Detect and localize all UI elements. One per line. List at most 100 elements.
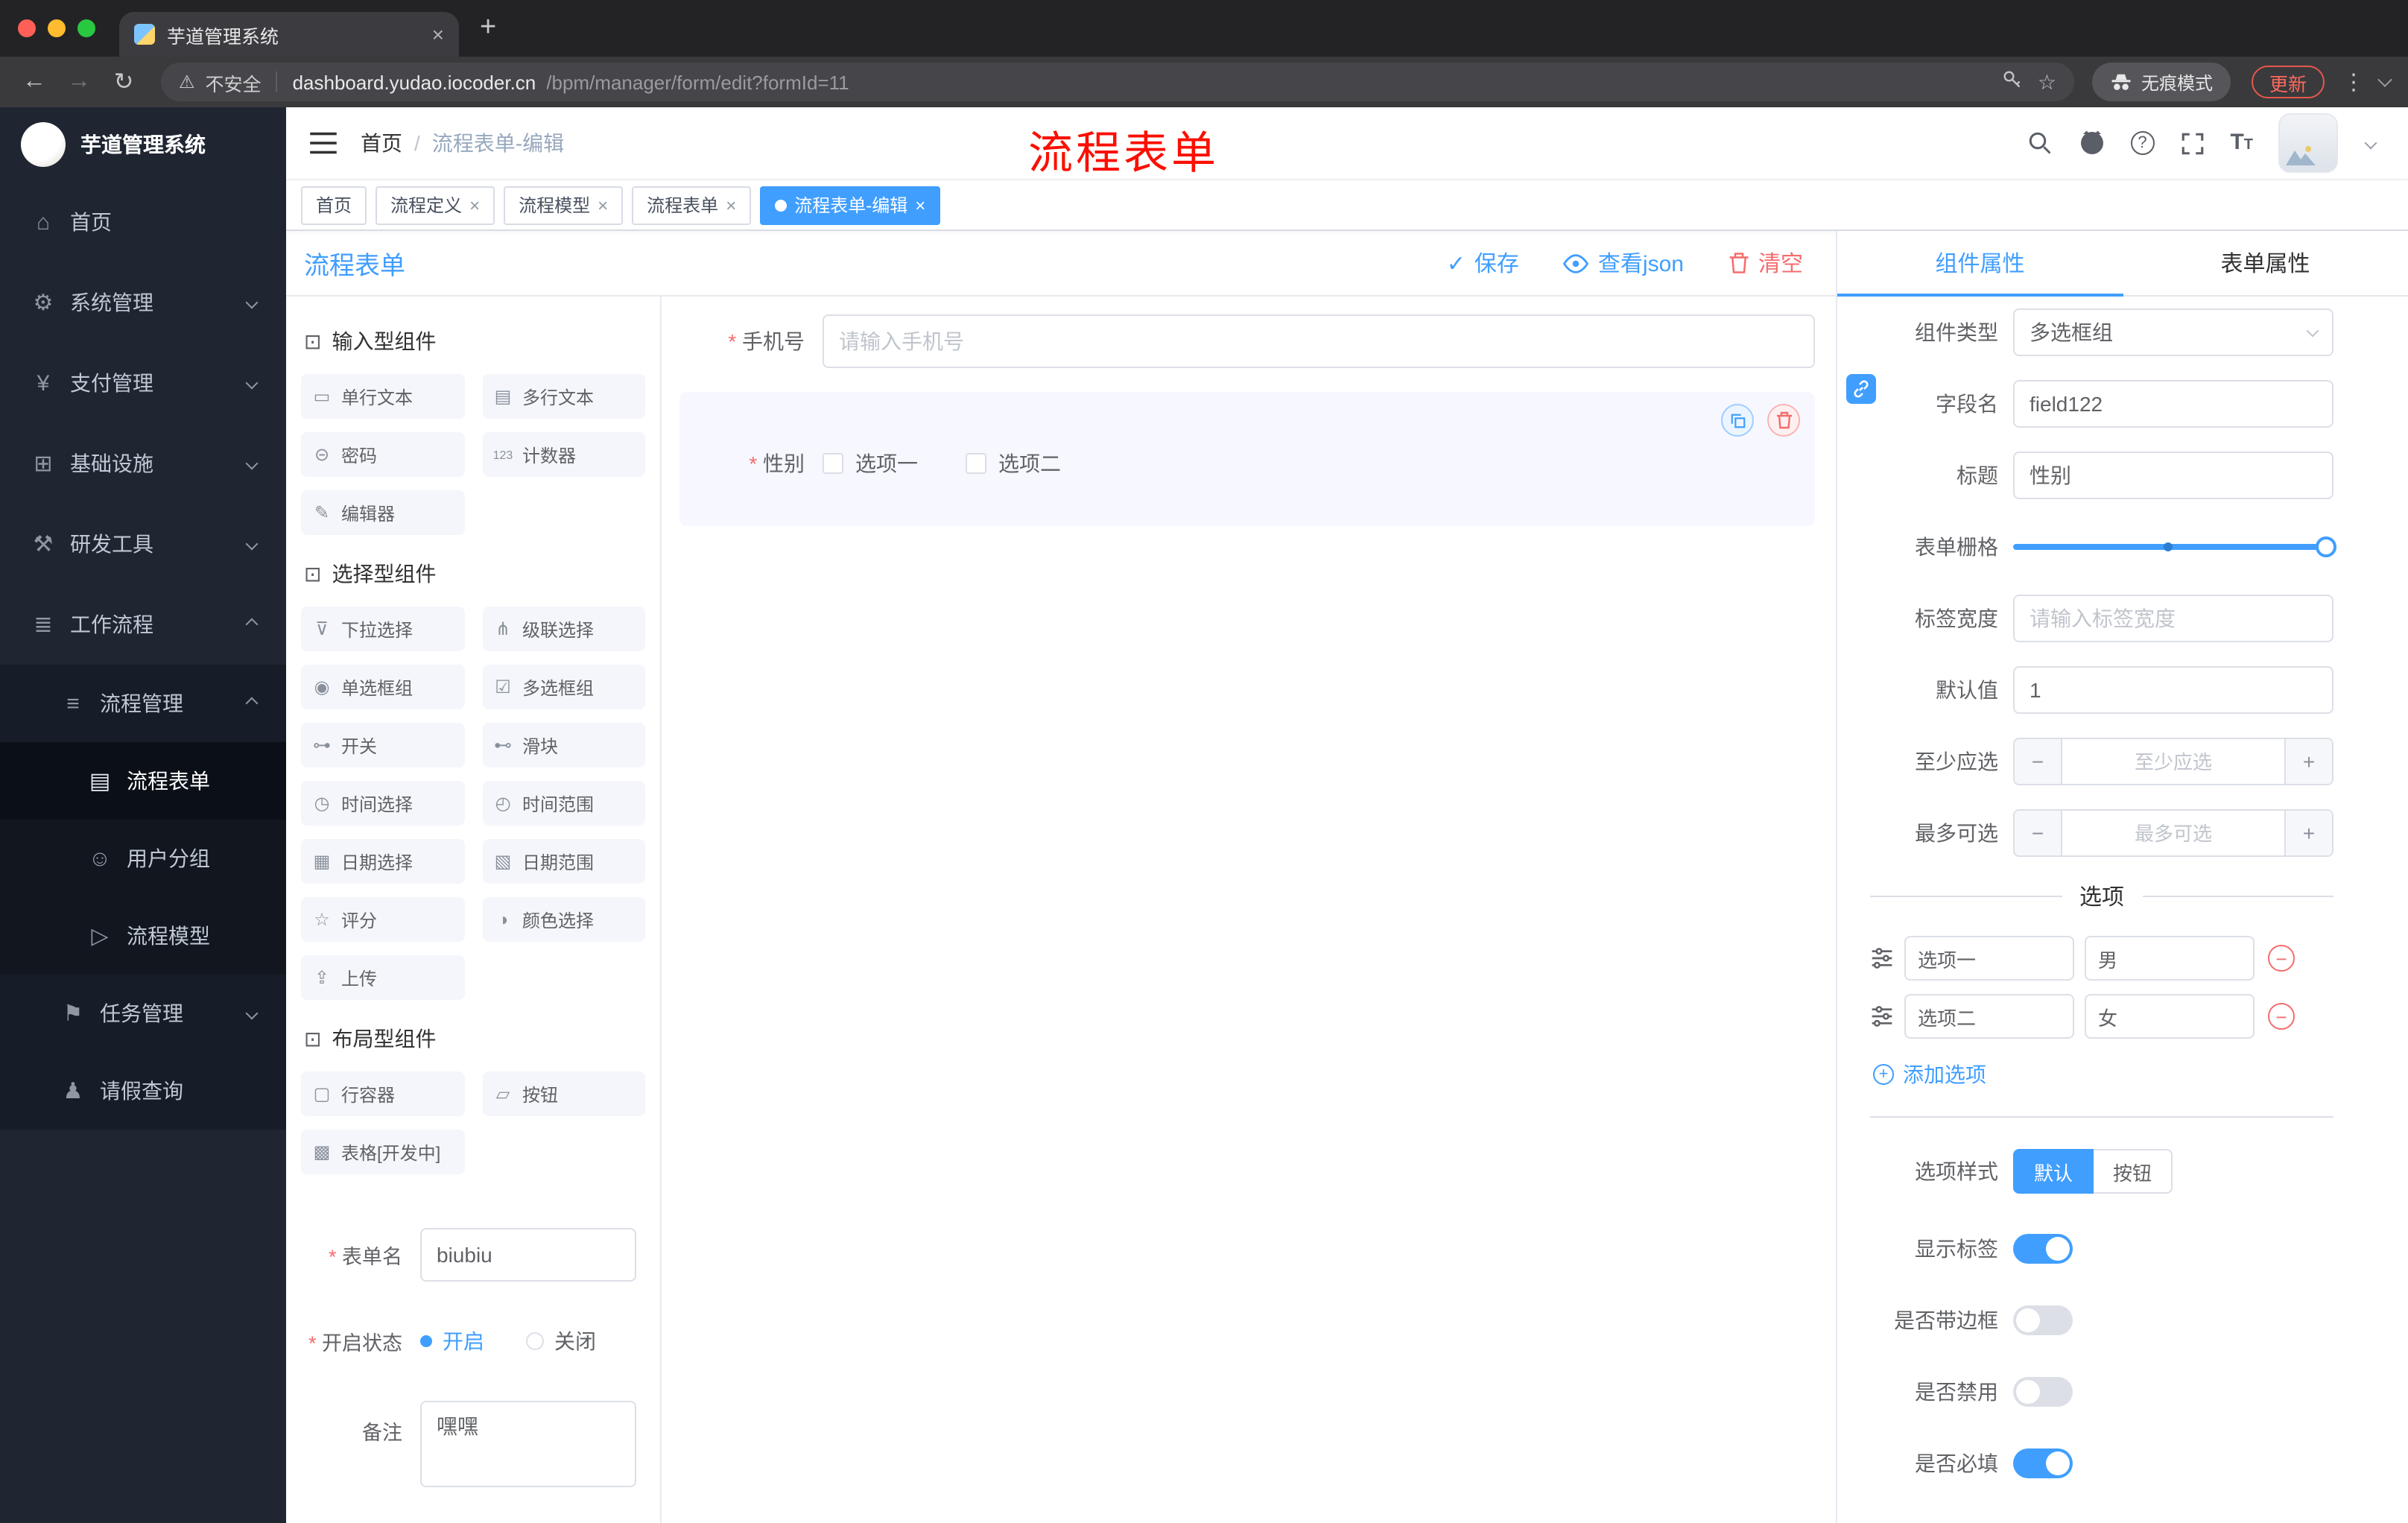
drag-handle-icon[interactable]: [1870, 946, 1894, 970]
search-icon[interactable]: [2026, 130, 2053, 156]
comp-counter[interactable]: 123 计数器: [482, 432, 645, 477]
remove-option-button[interactable]: −: [2268, 945, 2295, 972]
comp-checkbox-group[interactable]: ☑ 多选框组: [482, 665, 645, 709]
gender-option-1[interactable]: 选项一: [823, 449, 918, 478]
tag-home[interactable]: 首页: [301, 186, 367, 224]
comp-select[interactable]: ⊽ 下拉选择: [301, 607, 464, 651]
min-select-input[interactable]: [2062, 739, 2284, 784]
minimize-window-button[interactable]: [48, 19, 66, 37]
show-label-toggle[interactable]: [2013, 1234, 2073, 1264]
duplicate-component-button[interactable]: [1721, 404, 1754, 437]
user-avatar[interactable]: [2278, 113, 2338, 173]
tab-component-props[interactable]: 组件属性: [1837, 231, 2123, 297]
forward-icon[interactable]: →: [60, 69, 98, 95]
required-toggle[interactable]: [2013, 1448, 2073, 1478]
view-json-button[interactable]: 查看json: [1563, 247, 1684, 279]
comp-upload[interactable]: ⇪ 上传: [301, 955, 464, 1000]
fullscreen-icon[interactable]: [2179, 130, 2205, 156]
comp-textarea[interactable]: ▤ 多行文本: [482, 374, 645, 419]
tag-process-form[interactable]: 流程表单 ×: [632, 186, 752, 224]
comp-color-picker[interactable]: ◑ 颜色选择: [482, 897, 645, 942]
clear-button[interactable]: 清空: [1729, 247, 1803, 279]
component-type-select[interactable]: 多选框组: [2013, 308, 2333, 356]
tag-process-form-edit[interactable]: 流程表单-编辑 ×: [760, 186, 941, 224]
comp-row-container[interactable]: ▢ 行容器: [301, 1071, 464, 1116]
option-value-input[interactable]: [2085, 994, 2255, 1039]
slider-handle[interactable]: [2316, 536, 2336, 557]
browser-update-button[interactable]: 更新: [2251, 66, 2325, 98]
comp-single-text[interactable]: ▭ 单行文本: [301, 374, 464, 419]
tag-close-icon[interactable]: ×: [598, 194, 608, 215]
tag-process-definition[interactable]: 流程定义 ×: [376, 186, 495, 224]
sidebar-item-process-model[interactable]: ▷ 流程模型: [0, 897, 286, 975]
remove-option-button[interactable]: −: [2268, 1003, 2295, 1030]
font-size-icon[interactable]: TT: [2230, 130, 2253, 156]
security-warning-icon[interactable]: ⚠: [179, 72, 195, 92]
sidebar-item-system[interactable]: ⚙ 系统管理: [0, 262, 286, 343]
drag-handle-icon[interactable]: [1870, 1004, 1894, 1028]
github-icon[interactable]: [2078, 130, 2105, 156]
close-window-button[interactable]: [18, 19, 36, 37]
comp-switch[interactable]: ⊶ 开关: [301, 723, 464, 767]
comp-editor[interactable]: ✎ 编辑器: [301, 490, 464, 535]
comp-password[interactable]: ⊝ 密码: [301, 432, 464, 477]
option-label-input[interactable]: [1904, 994, 2074, 1039]
form-remark-textarea[interactable]: 嘿嘿: [420, 1401, 636, 1487]
breadcrumb-home[interactable]: 首页: [361, 128, 402, 158]
sidebar-logo[interactable]: 芋道管理系统: [0, 107, 286, 182]
checkbox-unchecked-icon[interactable]: [966, 453, 986, 474]
address-bar[interactable]: ⚠ 不安全 dashboard.yudao.iocoder.cn/bpm/man…: [161, 63, 2074, 101]
zoom-window-button[interactable]: [77, 19, 95, 37]
comp-time-range[interactable]: ◴ 时间范围: [482, 781, 645, 826]
tag-process-model[interactable]: 流程模型 ×: [504, 186, 624, 224]
gender-option-2[interactable]: 选项二: [966, 449, 1061, 478]
form-grid-slider[interactable]: [2013, 523, 2336, 571]
max-select-input[interactable]: [2062, 811, 2284, 855]
tag-close-icon[interactable]: ×: [726, 194, 736, 215]
tab-close-icon[interactable]: ×: [432, 24, 444, 45]
increment-button[interactable]: +: [2284, 811, 2332, 855]
save-button[interactable]: ✓ 保存: [1447, 247, 1519, 279]
window-controls[interactable]: [18, 19, 95, 37]
sidebar-toggle-icon[interactable]: [310, 131, 337, 155]
sidebar-item-user-group[interactable]: ☺ 用户分组: [0, 820, 286, 897]
form-name-input[interactable]: [420, 1228, 636, 1282]
comp-date-range[interactable]: ▧ 日期范围: [482, 839, 645, 884]
new-tab-button[interactable]: +: [480, 12, 496, 45]
password-key-icon[interactable]: [2002, 68, 2023, 96]
sidebar-item-process-form[interactable]: ▤ 流程表单: [0, 742, 286, 820]
browser-tab[interactable]: 芋道管理系统 ×: [119, 12, 459, 57]
reload-icon[interactable]: ↻: [104, 67, 143, 97]
comp-slider[interactable]: ⊷ 滑块: [482, 723, 645, 767]
help-icon[interactable]: ?: [2130, 131, 2155, 155]
add-option-button[interactable]: + 添加选项: [1873, 1060, 2333, 1089]
sidebar-item-workflow[interactable]: ≣ 工作流程: [0, 584, 286, 665]
comp-button[interactable]: ▱ 按钮: [482, 1071, 645, 1116]
comp-cascader[interactable]: ⋔ 级联选择: [482, 607, 645, 651]
field-name-input[interactable]: [2013, 380, 2333, 428]
tab-form-props[interactable]: 表单属性: [2123, 231, 2408, 295]
delete-component-button[interactable]: [1767, 404, 1800, 437]
browser-menu-icon[interactable]: ⋮: [2342, 69, 2365, 95]
chevron-down-icon[interactable]: [2377, 72, 2392, 87]
decrement-button[interactable]: −: [2015, 811, 2062, 855]
increment-button[interactable]: +: [2284, 739, 2332, 784]
sidebar-item-payment[interactable]: ¥ 支付管理: [0, 343, 286, 423]
back-icon[interactable]: ←: [15, 69, 54, 95]
slider-track[interactable]: [2013, 544, 2333, 550]
style-button-button[interactable]: 按钮: [2094, 1149, 2173, 1194]
form-canvas[interactable]: 手机号: [662, 297, 1836, 1523]
tag-close-icon[interactable]: ×: [915, 194, 925, 215]
sidebar-item-leave-query[interactable]: ♟ 请假查询: [0, 1052, 286, 1130]
option-value-input[interactable]: [2085, 936, 2255, 981]
canvas-field-phone[interactable]: 手机号: [679, 314, 1815, 368]
style-default-button[interactable]: 默认: [2013, 1149, 2094, 1194]
option-label-input[interactable]: [1904, 936, 2074, 981]
title-input[interactable]: [2013, 452, 2333, 499]
sidebar-item-infra[interactable]: ⊞ 基础设施: [0, 423, 286, 504]
comp-time-picker[interactable]: ◷ 时间选择: [301, 781, 464, 826]
sidebar-item-devtools[interactable]: ⚒ 研发工具: [0, 504, 286, 584]
status-radio-on[interactable]: 开启: [420, 1326, 484, 1356]
comp-date-picker[interactable]: ▦ 日期选择: [301, 839, 464, 884]
link-icon[interactable]: [1846, 374, 1876, 404]
